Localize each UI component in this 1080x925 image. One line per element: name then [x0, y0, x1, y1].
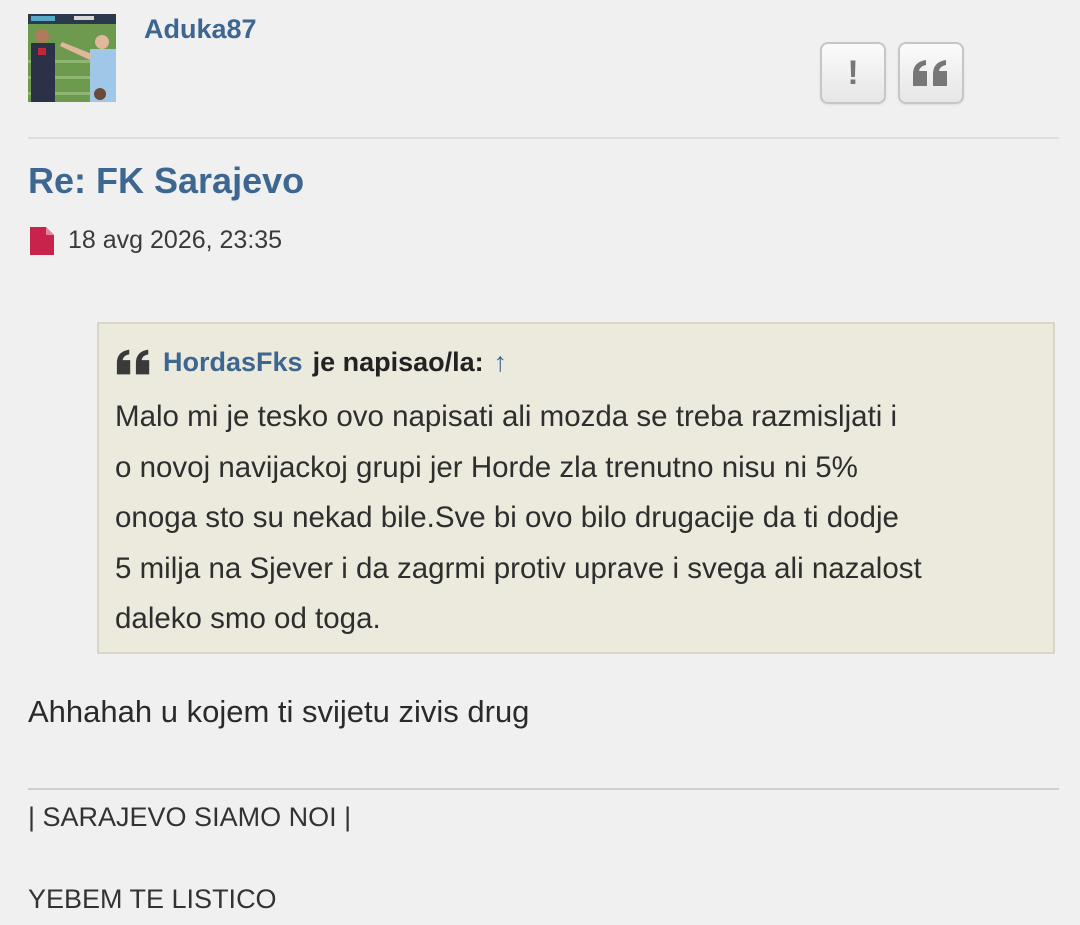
- quote-mark-icon: [116, 349, 150, 375]
- jump-to-post-arrow-icon[interactable]: ↑: [494, 347, 508, 378]
- post-reply-text: Ahhahah u kojem ti svijetu zivis drug: [28, 694, 530, 729]
- report-icon: !: [847, 53, 859, 92]
- quote-line: daleko smo od toga.: [115, 602, 381, 635]
- quote-said-label: je napisao/la:: [312, 346, 484, 377]
- post-title[interactable]: Re: FK Sarajevo: [28, 160, 304, 202]
- quote-header: HordasFks je napisao/la: ↑: [115, 340, 1037, 384]
- signature-divider: [28, 788, 1059, 790]
- quote-line: 5 milja na Sjever i da zagrmi protiv upr…: [115, 551, 922, 585]
- author-username[interactable]: Aduka87: [144, 14, 257, 45]
- signature-line: | SARAJEVO SIAMO NOI |: [28, 802, 352, 832]
- post-timestamp: 18 avg 2026, 23:35: [68, 226, 283, 254]
- forum-post: Aduka87 ! Re: FK Sarajevo 18 avg 2026, 2…: [0, 0, 1080, 925]
- quote-icon: [913, 60, 947, 86]
- avatar-image: [28, 14, 116, 102]
- quote-line: onoga sto su nekad bile.Sve bi ovo bilo …: [115, 501, 899, 534]
- report-button[interactable]: !: [820, 42, 886, 104]
- quote-line: o novoj navijackoj grupi jer Horde zla t…: [115, 450, 858, 484]
- quote-author-link[interactable]: HordasFks: [163, 347, 303, 378]
- signature-line: YEBEM TE LISTICO: [28, 884, 277, 914]
- document-icon[interactable]: [30, 226, 54, 255]
- quote-line: Malo mi je tesko ovo napisati ali mozda …: [115, 400, 898, 433]
- quote-block: HordasFks je napisao/la: ↑ Malo mi je te…: [97, 322, 1055, 654]
- quote-text: Malo mi je tesko ovo napisati ali mozda …: [115, 392, 1037, 645]
- header-divider: [28, 137, 1059, 139]
- quote-button[interactable]: [898, 42, 964, 104]
- avatar[interactable]: [28, 14, 116, 102]
- post-meta: 18 avg 2026, 23:35: [30, 226, 282, 255]
